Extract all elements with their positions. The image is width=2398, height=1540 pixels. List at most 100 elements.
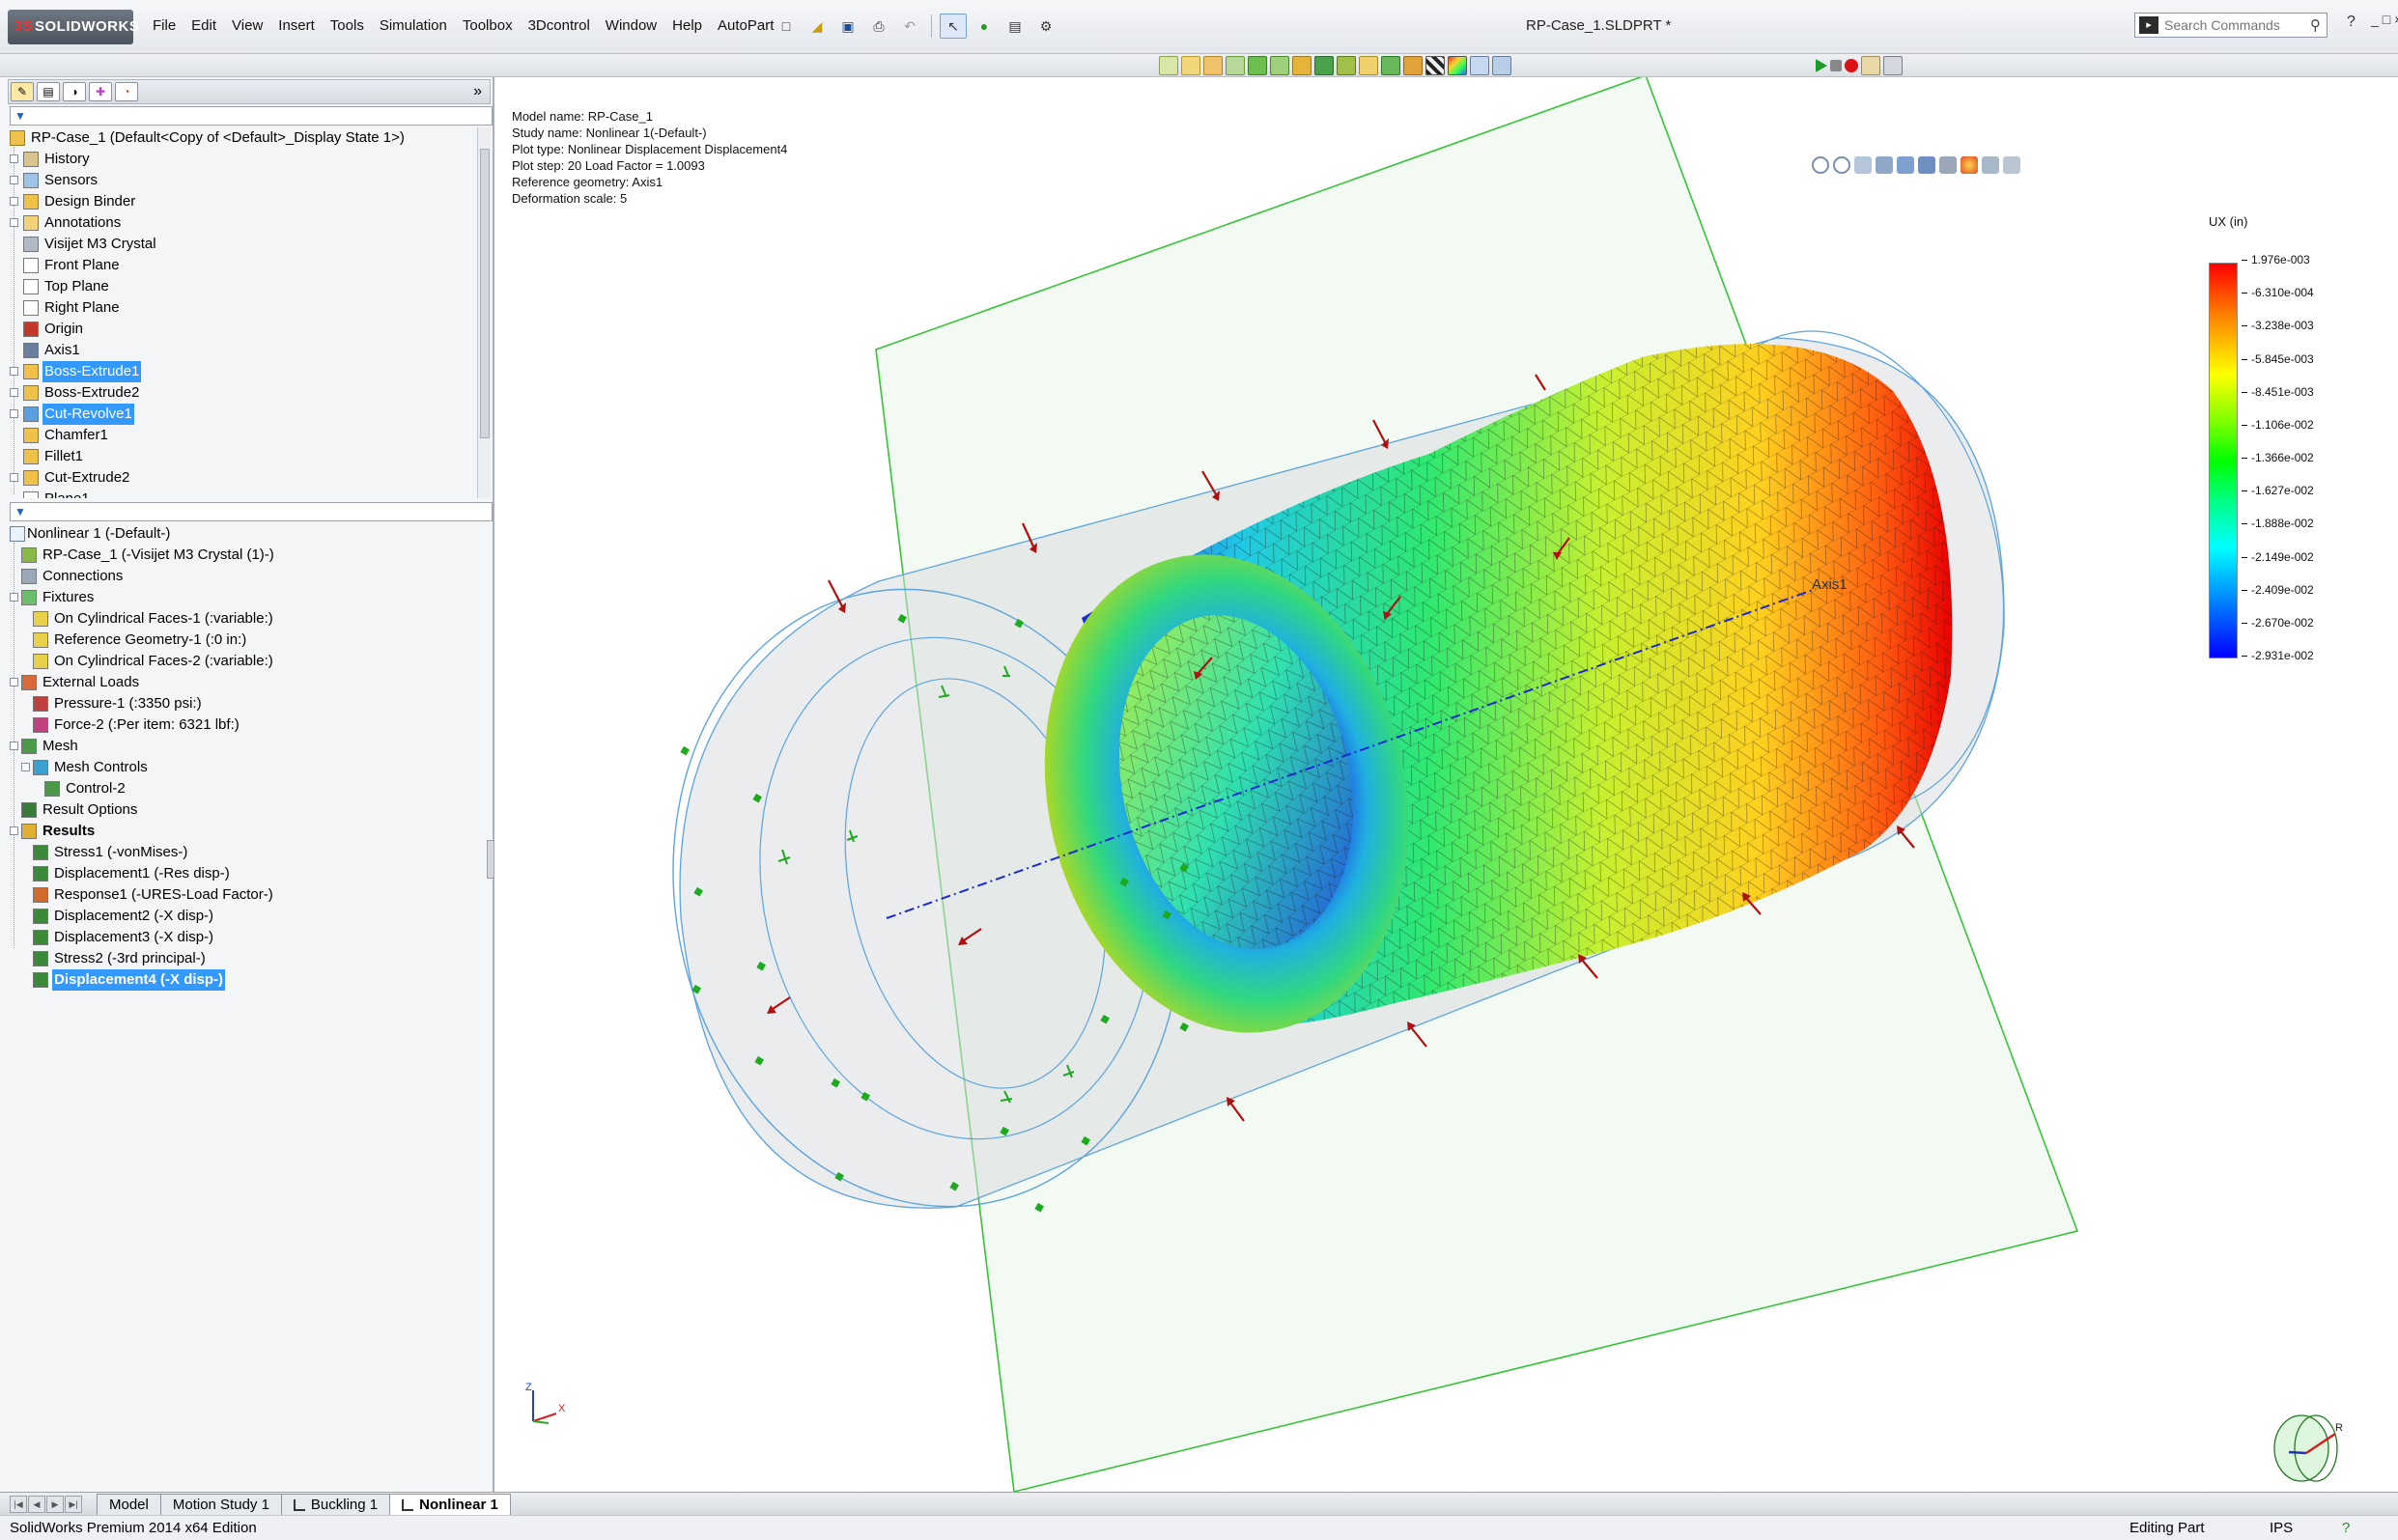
file-properties-icon[interactable]: ▤ xyxy=(1002,14,1029,39)
menu-insert[interactable]: Insert xyxy=(270,14,323,41)
feature-tree-item[interactable]: Right Plane xyxy=(10,297,491,319)
save-icon[interactable]: ▣ xyxy=(834,14,861,39)
study-tree-item[interactable]: RP-Case_1 (-Visijet M3 Crystal (1)-) xyxy=(10,545,491,566)
feature-tree-item[interactable]: Boss-Extrude2 xyxy=(10,382,491,404)
feature-tree-item[interactable]: Visijet M3 Crystal xyxy=(10,234,491,255)
study-tree-item[interactable]: On Cylindrical Faces-1 (:variable:) xyxy=(10,608,491,630)
print-icon[interactable]: ⎙ xyxy=(865,14,892,39)
feature-tree-item[interactable]: Top Plane xyxy=(10,276,491,297)
tab-model[interactable]: Model xyxy=(97,1494,161,1515)
open-icon[interactable]: ◢ xyxy=(804,14,831,39)
section-view-icon[interactable] xyxy=(1876,156,1893,174)
menu-view[interactable]: View xyxy=(224,14,270,41)
color-map-icon[interactable] xyxy=(1448,56,1467,75)
last-tab-icon[interactable]: ▶| xyxy=(65,1496,82,1513)
animation-settings-icon[interactable] xyxy=(1883,56,1903,75)
dimxpert-manager-tab[interactable]: ✚ xyxy=(89,82,112,101)
feature-tree-item[interactable]: Axis1 xyxy=(10,340,491,361)
search-commands[interactable]: ▸ ⚲ xyxy=(2134,13,2327,38)
close-button[interactable]: × xyxy=(2394,12,2398,27)
record-icon[interactable] xyxy=(1845,59,1858,72)
help-icon[interactable]: ? xyxy=(2347,14,2356,31)
zoom-to-area-icon[interactable] xyxy=(1833,156,1850,174)
scrollbar-thumb[interactable] xyxy=(480,149,490,438)
study-tree-item[interactable]: Reference Geometry-1 (:0 in:) xyxy=(10,630,491,651)
expand-icon[interactable] xyxy=(10,388,18,397)
maximize-button[interactable]: □ xyxy=(2383,12,2390,27)
feature-tree-root[interactable]: RP-Case_1 (Default<Copy of <Default>_Dis… xyxy=(10,127,491,149)
feature-tree-item[interactable]: Origin xyxy=(10,319,491,340)
configuration-manager-tab[interactable]: ◑ xyxy=(63,82,86,101)
menu-help[interactable]: Help xyxy=(664,14,710,41)
study-tree-item[interactable]: Connections xyxy=(10,566,491,587)
study-advisor-icon[interactable] xyxy=(1159,56,1178,75)
feature-tree-item[interactable]: Fillet1 xyxy=(10,446,491,467)
view-orientation-icon[interactable] xyxy=(1897,156,1914,174)
probe-icon[interactable] xyxy=(1470,56,1489,75)
report-icon[interactable] xyxy=(1403,56,1423,75)
mesh-icon[interactable] xyxy=(1248,56,1267,75)
search-input[interactable] xyxy=(2164,17,2280,33)
feature-tree-item[interactable]: Plane1 xyxy=(10,489,491,498)
unit-system[interactable]: IPS xyxy=(2270,1516,2293,1540)
menu-file[interactable]: File xyxy=(145,14,183,41)
first-tab-icon[interactable]: |◀ xyxy=(10,1496,27,1513)
study-tree-root[interactable]: Nonlinear 1 (-Default-) xyxy=(10,523,491,545)
feature-manager-tab[interactable]: ✎ xyxy=(11,82,34,101)
tab-buckling-1[interactable]: Buckling 1 xyxy=(280,1494,391,1515)
feature-tree-item[interactable]: Cut-Extrude2 xyxy=(10,467,491,489)
feature-tree-item[interactable]: Boss-Extrude1 xyxy=(10,361,491,382)
edit-appearance-icon[interactable] xyxy=(1961,156,1978,174)
study-tree-filter[interactable]: ▼ xyxy=(10,502,493,521)
expand-icon[interactable] xyxy=(10,678,18,686)
expand-icon[interactable] xyxy=(10,593,18,602)
design-insight-icon[interactable] xyxy=(1359,56,1378,75)
search-icon[interactable]: ⚲ xyxy=(2310,16,2321,34)
study-tree-item[interactable]: Response1 (-URES-Load Factor-) xyxy=(10,884,491,906)
feature-tree-item[interactable]: Annotations xyxy=(10,212,491,234)
connections-advisor-icon[interactable] xyxy=(1226,56,1245,75)
feature-tree-item[interactable]: Cut-Revolve1 xyxy=(10,404,491,425)
study-tree-item[interactable]: Control-2 xyxy=(10,778,491,799)
expand-icon[interactable] xyxy=(10,409,18,418)
run-icon[interactable] xyxy=(1270,56,1289,75)
quick-tips-icon[interactable]: ? xyxy=(2342,1516,2350,1540)
hide-show-items-icon[interactable] xyxy=(1939,156,1957,174)
study-tree-item[interactable]: Stress2 (-3rd principal-) xyxy=(10,948,491,969)
study-tree-item[interactable]: Displacement3 (-X disp-) xyxy=(10,927,491,948)
save-animation-icon[interactable] xyxy=(1861,56,1880,75)
search-scope-icon[interactable]: ▸ xyxy=(2139,16,2158,34)
feature-tree-item[interactable]: History xyxy=(10,149,491,170)
new-document-icon[interactable]: □ xyxy=(773,14,800,39)
view-orientation-ball[interactable]: R xyxy=(2268,1410,2355,1487)
tab-motion-study-1[interactable]: Motion Study 1 xyxy=(159,1494,282,1515)
property-manager-tab[interactable]: ▤ xyxy=(37,82,60,101)
study-tree-item[interactable]: Stress1 (-vonMises-) xyxy=(10,842,491,863)
study-tree-item[interactable]: External Loads xyxy=(10,672,491,693)
compare-results-icon[interactable] xyxy=(1337,56,1356,75)
graphics-area[interactable]: Axis1 xyxy=(496,77,2398,1492)
menu-toolbox[interactable]: Toolbox xyxy=(455,14,521,41)
expand-icon[interactable] xyxy=(10,473,18,482)
tab-nonlinear-1[interactable]: Nonlinear 1 xyxy=(389,1494,511,1515)
plot-tools-icon[interactable] xyxy=(1381,56,1400,75)
animate-icon[interactable] xyxy=(1492,56,1511,75)
study-tree-item[interactable]: Fixtures xyxy=(10,587,491,608)
study-tree-item[interactable]: On Cylindrical Faces-2 (:variable:) xyxy=(10,651,491,672)
options-icon[interactable]: ⚙ xyxy=(1032,14,1059,39)
feature-tree-item[interactable]: Design Binder xyxy=(10,191,491,212)
view-settings-icon[interactable] xyxy=(2003,156,2020,174)
display-style-icon[interactable] xyxy=(1918,156,1935,174)
feature-tree-item[interactable]: Sensors xyxy=(10,170,491,191)
expand-panel-icon[interactable]: » xyxy=(473,82,488,101)
play-icon[interactable] xyxy=(1816,59,1827,72)
checkerboard-icon[interactable] xyxy=(1425,56,1445,75)
menu-edit[interactable]: Edit xyxy=(183,14,224,41)
study-tree-item[interactable]: Displacement2 (-X disp-) xyxy=(10,906,491,927)
external-loads-advisor-icon[interactable] xyxy=(1203,56,1223,75)
previous-view-icon[interactable] xyxy=(1854,156,1872,174)
stop-icon[interactable] xyxy=(1830,60,1842,71)
expand-icon[interactable] xyxy=(10,826,18,835)
menu-window[interactable]: Window xyxy=(598,14,664,41)
fixtures-advisor-icon[interactable] xyxy=(1181,56,1200,75)
